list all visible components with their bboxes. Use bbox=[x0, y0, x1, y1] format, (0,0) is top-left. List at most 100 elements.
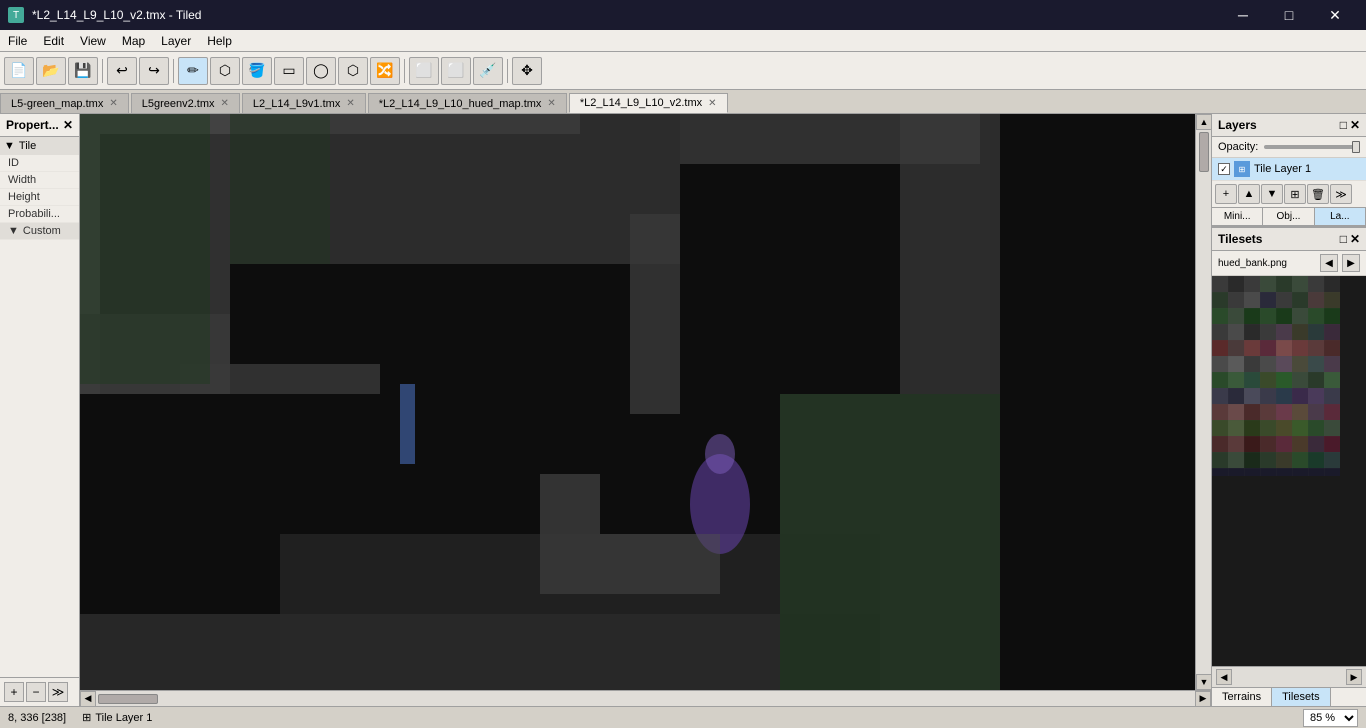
vscroll-thumb[interactable] bbox=[1199, 132, 1209, 172]
title-bar: T *L2_L14_L9_L10_v2.tmx - Tiled ─ □ ✕ bbox=[0, 0, 1366, 30]
ellipse-tool[interactable]: ◯ bbox=[306, 57, 336, 85]
tileset-selector-row: hued_bank.png ◀ ▶ bbox=[1212, 251, 1366, 276]
move-layer-up-button[interactable]: ▲ bbox=[1238, 184, 1260, 204]
stamp-tool[interactable]: ✏ bbox=[178, 57, 208, 85]
hscroll-track[interactable] bbox=[96, 691, 1195, 706]
menu-edit[interactable]: Edit bbox=[35, 32, 72, 50]
remove-prop-button[interactable]: − bbox=[26, 682, 46, 702]
layer-item-1[interactable]: ✓ ⊞ Tile Layer 1 bbox=[1212, 158, 1366, 181]
tab-close-4[interactable]: ✕ bbox=[547, 98, 555, 109]
more-layers-button[interactable]: ≫ bbox=[1330, 184, 1352, 204]
layers-undock[interactable]: □ bbox=[1340, 118, 1347, 132]
open-button[interactable]: 📂 bbox=[36, 57, 66, 85]
tilesets-close[interactable]: ✕ bbox=[1350, 232, 1360, 246]
hscroll-thumb[interactable] bbox=[98, 694, 158, 704]
sub-tab-obj[interactable]: Obj... bbox=[1263, 208, 1314, 225]
new-button[interactable]: 📄 bbox=[4, 57, 34, 85]
menu-bar: File Edit View Map Layer Help bbox=[0, 30, 1366, 52]
sub-tab-mini[interactable]: Mini... bbox=[1212, 208, 1263, 225]
vscroll-down-button[interactable]: ▼ bbox=[1196, 674, 1212, 690]
status-layer-section: ⊞ Tile Layer 1 bbox=[82, 711, 1287, 724]
tab-label-4: *L2_L14_L9_L10_hued_map.tmx bbox=[379, 98, 542, 110]
tileset-next-button[interactable]: ▶ bbox=[1342, 254, 1360, 272]
horizontal-scrollbar[interactable]: ◀ ▶ bbox=[80, 690, 1211, 706]
minimize-button[interactable]: ─ bbox=[1220, 0, 1266, 30]
save-button[interactable]: 💾 bbox=[68, 57, 98, 85]
tab-tilesets[interactable]: Tilesets bbox=[1272, 688, 1331, 706]
tab-1[interactable]: L5-green_map.tmx ✕ bbox=[0, 93, 129, 113]
opacity-slider[interactable] bbox=[1264, 145, 1360, 149]
add-layer-button[interactable]: + bbox=[1215, 184, 1237, 204]
sub-tab-la[interactable]: La... bbox=[1315, 208, 1366, 225]
status-coords: 8, 336 [238] bbox=[8, 712, 66, 724]
zoom-selector[interactable]: 85 % 100 % 50 % 200 % bbox=[1303, 709, 1358, 727]
layer-toolbar: + ▲ ▼ ⊞ 🗑 ≫ bbox=[1212, 181, 1366, 208]
fill-tool[interactable]: 🪣 bbox=[242, 57, 272, 85]
main-layout: Propert... ✕ ▼ Tile ID Width Height Prob… bbox=[0, 114, 1366, 706]
layer-checkbox-1[interactable]: ✓ bbox=[1218, 163, 1230, 175]
move-layer-down-button[interactable]: ▼ bbox=[1261, 184, 1283, 204]
tileset-scroll-left[interactable]: ◀ bbox=[1216, 669, 1232, 685]
tab-close-2[interactable]: ✕ bbox=[220, 98, 228, 109]
eyedrop-tool[interactable]: 💉 bbox=[473, 57, 503, 85]
tab-close-3[interactable]: ✕ bbox=[346, 98, 354, 109]
eraser-tool[interactable]: ⬜ bbox=[441, 57, 471, 85]
vscroll-track[interactable] bbox=[1196, 130, 1211, 674]
undo-button[interactable]: ↩ bbox=[107, 57, 137, 85]
hscroll-right-button[interactable]: ▶ bbox=[1195, 691, 1211, 707]
tileset-grid[interactable] bbox=[1212, 276, 1366, 666]
layer-name-1: Tile Layer 1 bbox=[1254, 163, 1311, 175]
tilesets-undock[interactable]: □ bbox=[1340, 232, 1347, 246]
maximize-button[interactable]: □ bbox=[1266, 0, 1312, 30]
tile-group-header[interactable]: ▼ Tile bbox=[0, 137, 79, 155]
select-rect[interactable]: ⬜ bbox=[409, 57, 439, 85]
close-button[interactable]: ✕ bbox=[1312, 0, 1358, 30]
vscroll-up-button[interactable]: ▲ bbox=[1196, 114, 1212, 130]
delete-layer-button[interactable]: 🗑 bbox=[1307, 184, 1329, 204]
menu-map[interactable]: Map bbox=[114, 32, 153, 50]
tileset-scroll-right[interactable]: ▶ bbox=[1346, 669, 1362, 685]
layers-close[interactable]: ✕ bbox=[1350, 118, 1360, 132]
tab-close-1[interactable]: ✕ bbox=[109, 98, 117, 109]
tab-2[interactable]: L5greenv2.tmx ✕ bbox=[131, 93, 240, 113]
random-tool[interactable]: 🔀 bbox=[370, 57, 400, 85]
opacity-slider-thumb[interactable] bbox=[1352, 141, 1360, 153]
map-canvas[interactable] bbox=[80, 114, 1195, 690]
tab-terrains[interactable]: Terrains bbox=[1212, 688, 1272, 706]
tab-label-2: L5greenv2.tmx bbox=[142, 98, 215, 110]
custom-group-header[interactable]: ▼ Custom bbox=[0, 223, 79, 240]
menu-help[interactable]: Help bbox=[199, 32, 240, 50]
menu-view[interactable]: View bbox=[72, 32, 114, 50]
duplicate-layer-button[interactable]: ⊞ bbox=[1284, 184, 1306, 204]
terrain-tool[interactable]: ⬡ bbox=[210, 57, 240, 85]
tileset-prev-button[interactable]: ◀ bbox=[1320, 254, 1338, 272]
tab-4[interactable]: *L2_L14_L9_L10_hued_map.tmx ✕ bbox=[368, 93, 567, 113]
tab-5[interactable]: *L2_L14_L9_L10_v2.tmx ✕ bbox=[569, 93, 728, 113]
redo-button[interactable]: ↪ bbox=[139, 57, 169, 85]
tileset-svg bbox=[1212, 276, 1340, 476]
tilesets-title: Tilesets bbox=[1218, 232, 1262, 246]
vertical-scrollbar[interactable]: ▲ ▼ bbox=[1195, 114, 1211, 690]
add-prop-button[interactable]: + bbox=[4, 682, 24, 702]
prop-probability: Probabili... bbox=[0, 206, 79, 223]
tileset-hscroll-track[interactable] bbox=[1232, 672, 1346, 682]
tab-close-5[interactable]: ✕ bbox=[708, 98, 716, 109]
tab-3[interactable]: L2_L14_L9v1.tmx ✕ bbox=[242, 93, 366, 113]
polygon-tool[interactable]: ⬡ bbox=[338, 57, 368, 85]
menu-file[interactable]: File bbox=[0, 32, 35, 50]
move-tool[interactable]: ✥ bbox=[512, 57, 542, 85]
status-coords-section: 8, 336 [238] bbox=[8, 712, 66, 724]
properties-close[interactable]: ✕ bbox=[63, 118, 73, 132]
menu-layer[interactable]: Layer bbox=[153, 32, 199, 50]
hscroll-left-button[interactable]: ◀ bbox=[80, 691, 96, 707]
shape-tool[interactable]: ▭ bbox=[274, 57, 304, 85]
map-and-vscroll: ▲ ▼ bbox=[80, 114, 1211, 690]
separator-1 bbox=[102, 59, 103, 83]
collapse-icon: ▼ bbox=[4, 140, 15, 152]
more-prop-button[interactable]: ≫ bbox=[48, 682, 68, 702]
tab-bar: L5-green_map.tmx ✕ L5greenv2.tmx ✕ L2_L1… bbox=[0, 90, 1366, 114]
separator-4 bbox=[507, 59, 508, 83]
prop-height: Height bbox=[0, 189, 79, 206]
custom-collapse-icon: ▼ bbox=[8, 225, 19, 237]
prop-id: ID bbox=[0, 155, 79, 172]
